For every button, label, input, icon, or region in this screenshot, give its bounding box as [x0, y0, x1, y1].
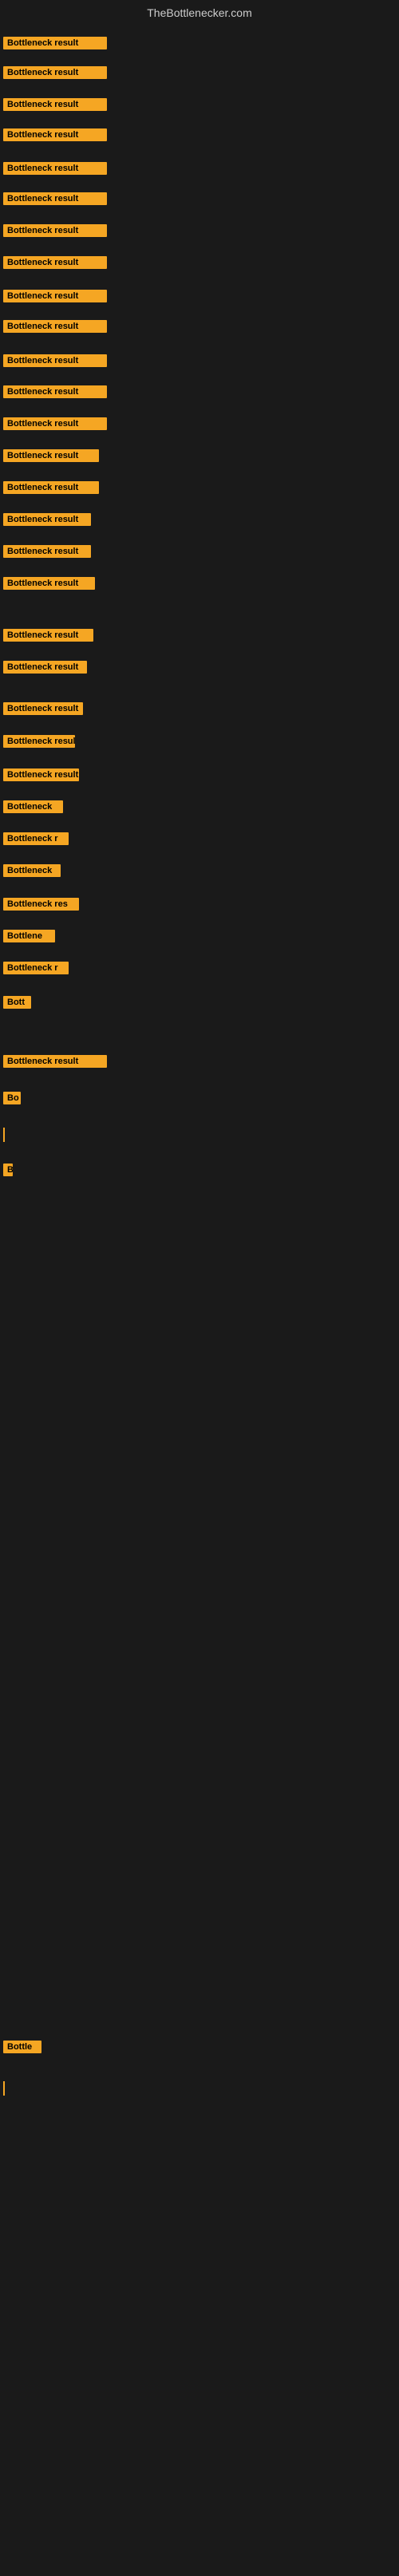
bottleneck-bar-1: Bottleneck result — [3, 66, 107, 79]
bottleneck-bar-row-14: Bottleneck result — [3, 481, 99, 498]
bottleneck-bar-row-20: Bottleneck result — [3, 702, 83, 719]
bottleneck-bar-row-34: Bottle — [3, 2041, 41, 2057]
bottleneck-bar-row-7: Bottleneck result — [3, 256, 107, 273]
bottleneck-bar-16: Bottleneck result — [3, 545, 91, 558]
bottleneck-bar-29: Bott — [3, 996, 31, 1009]
bottleneck-bar-row-8: Bottleneck result — [3, 290, 107, 306]
bottleneck-bar-row-11: Bottleneck result — [3, 385, 107, 402]
bottleneck-bar-4: Bottleneck result — [3, 162, 107, 175]
bottleneck-bar-34: Bottle — [3, 2041, 41, 2053]
bottleneck-bar-row-29: Bott — [3, 996, 31, 1013]
bottleneck-bar-8: Bottleneck result — [3, 290, 107, 302]
bottleneck-bar-9: Bottleneck result — [3, 320, 107, 333]
bottleneck-bar-row-25: Bottleneck — [3, 864, 61, 881]
bottleneck-bar-17: Bottleneck result — [3, 577, 95, 590]
bottleneck-bar-row-5: Bottleneck result — [3, 192, 107, 209]
bottleneck-bar-3: Bottleneck result — [3, 128, 107, 141]
bottleneck-bar-row-26: Bottleneck res — [3, 898, 79, 915]
bottleneck-bar-23: Bottleneck — [3, 800, 63, 813]
bottleneck-bar-row-2: Bottleneck result — [3, 98, 107, 115]
bottleneck-bar-21: Bottleneck result — [3, 735, 75, 748]
bottleneck-bar-12: Bottleneck result — [3, 417, 107, 430]
bottleneck-bar-5: Bottleneck result — [3, 192, 107, 205]
bottleneck-bar-row-1: Bottleneck result — [3, 66, 107, 83]
bottleneck-bar-33: B — [3, 1164, 13, 1176]
bottleneck-bar-row-19: Bottleneck result — [3, 661, 87, 678]
bottleneck-bar-26: Bottleneck res — [3, 898, 79, 911]
bottleneck-bar-11: Bottleneck result — [3, 385, 107, 398]
bottleneck-bar-row-15: Bottleneck result — [3, 513, 91, 530]
bottleneck-bar-31: Bo — [3, 1092, 21, 1104]
bottleneck-bar-row-6: Bottleneck result — [3, 224, 107, 241]
bottleneck-bar-20: Bottleneck result — [3, 702, 83, 715]
bottleneck-bar-18: Bottleneck result — [3, 629, 93, 642]
bottleneck-bar-15: Bottleneck result — [3, 513, 91, 526]
bottleneck-bar-row-18: Bottleneck result — [3, 629, 93, 646]
bottleneck-bar-row-0: Bottleneck result — [3, 37, 107, 53]
bottleneck-bar-row-16: Bottleneck result — [3, 545, 91, 562]
bottleneck-bar-2: Bottleneck result — [3, 98, 107, 111]
bottleneck-bar-row-33: B — [3, 1164, 13, 1180]
site-title: TheBottlenecker.com — [0, 0, 399, 22]
bottleneck-bar-19: Bottleneck result — [3, 661, 87, 674]
bottleneck-bar-28: Bottleneck r — [3, 962, 69, 974]
bottleneck-bar-14: Bottleneck result — [3, 481, 99, 494]
bottleneck-bar-24: Bottleneck r — [3, 832, 69, 845]
bottleneck-bar-27: Bottlene — [3, 930, 55, 942]
bottleneck-bar-22: Bottleneck result — [3, 768, 79, 781]
bottleneck-bar-row-27: Bottlene — [3, 930, 55, 946]
bottleneck-bar-0: Bottleneck result — [3, 37, 107, 49]
bottleneck-bar-row-30: Bottleneck result — [3, 1055, 107, 1072]
bottleneck-bar-10: Bottleneck result — [3, 354, 107, 367]
bottleneck-bar-row-24: Bottleneck r — [3, 832, 69, 849]
bottleneck-bar-row-21: Bottleneck result — [3, 735, 75, 752]
bar-marker-35 — [3, 2081, 5, 2096]
bottleneck-bar-7: Bottleneck result — [3, 256, 107, 269]
bottleneck-bar-row-17: Bottleneck result — [3, 577, 95, 594]
bottleneck-bar-row-23: Bottleneck — [3, 800, 63, 817]
bottleneck-bar-row-9: Bottleneck result — [3, 320, 107, 337]
bottleneck-bar-row-3: Bottleneck result — [3, 128, 107, 145]
bottleneck-bar-row-13: Bottleneck result — [3, 449, 99, 466]
bottleneck-bar-row-10: Bottleneck result — [3, 354, 107, 371]
bottleneck-bar-25: Bottleneck — [3, 864, 61, 877]
bottleneck-bar-row-28: Bottleneck r — [3, 962, 69, 978]
bottleneck-bar-row-12: Bottleneck result — [3, 417, 107, 434]
bottleneck-bar-6: Bottleneck result — [3, 224, 107, 237]
bottleneck-bar-row-31: Bo — [3, 1092, 21, 1108]
bottleneck-bar-30: Bottleneck result — [3, 1055, 107, 1068]
bottleneck-bar-13: Bottleneck result — [3, 449, 99, 462]
bar-marker-32 — [3, 1128, 5, 1142]
bottleneck-bar-row-4: Bottleneck result — [3, 162, 107, 179]
bottleneck-bar-row-22: Bottleneck result — [3, 768, 79, 785]
